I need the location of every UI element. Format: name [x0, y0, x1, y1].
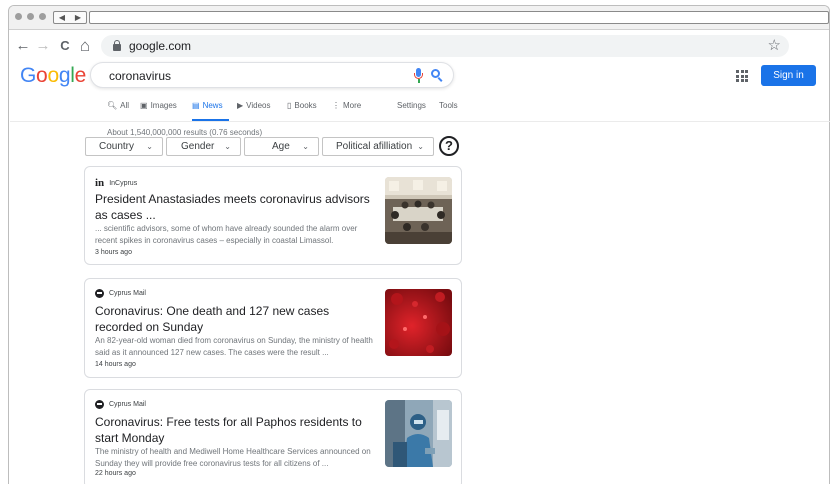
sign-in-button[interactable]: Sign in	[761, 65, 816, 86]
news-headline[interactable]: Coronavirus: One death and 127 new cases…	[95, 303, 375, 335]
chevron-down-icon: ⌄	[224, 142, 231, 151]
news-thumbnail[interactable]	[385, 400, 452, 467]
back-icon[interactable]: ←	[15, 37, 31, 55]
logo-letter: g	[58, 64, 71, 87]
tab-videos[interactable]: ▶ Videos	[237, 101, 270, 121]
virus-illustration-icon	[385, 289, 452, 356]
tab-images[interactable]: ▣ Images	[140, 101, 177, 121]
country-filter-dropdown[interactable]: Country ⌄	[85, 137, 163, 156]
window-titlebar: ◀ ▶	[9, 6, 829, 30]
search-small-icon: 🔍︎	[107, 101, 118, 110]
window-back-arrow-icon[interactable]: ◀	[59, 12, 65, 23]
window-close-dot[interactable]	[15, 13, 22, 20]
tab-tools-label: Tools	[439, 101, 458, 110]
home-icon[interactable]: ⌂	[77, 37, 93, 55]
age-filter-dropdown[interactable]: Age ⌄	[244, 137, 319, 156]
news-thumbnail[interactable]	[385, 289, 452, 356]
tab-videos-label: Videos	[246, 101, 271, 110]
tab-tools[interactable]: Tools	[439, 101, 458, 121]
image-icon: ▣	[140, 101, 148, 110]
chevron-down-icon: ⌄	[302, 142, 309, 151]
tab-news[interactable]: ▤ News	[192, 101, 229, 121]
reload-icon[interactable]: C	[57, 37, 73, 55]
bookmark-star-icon[interactable]: ☆	[768, 36, 781, 54]
tab-images-label: Images	[150, 101, 177, 110]
tab-books-label: Books	[294, 101, 317, 110]
news-card[interactable]: in InCyprus President Anastasiades meets…	[84, 166, 462, 265]
forward-icon[interactable]: →	[35, 37, 51, 55]
logo-letter: e	[74, 64, 87, 87]
search-box[interactable]: coronavirus	[90, 62, 454, 88]
window-title-field	[89, 11, 829, 24]
news-snippet: ... scientific advisors, some of whom ha…	[95, 224, 358, 245]
help-icon[interactable]: ?	[439, 136, 459, 156]
result-stats: About 1,540,000,000 results (0.76 second…	[107, 128, 263, 137]
play-icon: ▶	[237, 101, 244, 110]
chevron-down-icon: ⌄	[146, 142, 153, 151]
news-icon: ▤	[192, 101, 200, 110]
search-icon[interactable]	[429, 67, 445, 83]
meeting-room-photo-icon	[385, 177, 452, 244]
incyprus-logo-icon: in	[95, 177, 105, 189]
country-filter-label: Country	[99, 141, 135, 152]
chevron-down-icon: ⌄	[417, 142, 424, 151]
window-forward-arrow-icon[interactable]: ▶	[75, 12, 81, 23]
lab-worker-photo-icon	[385, 400, 452, 467]
window-maximize-dot[interactable]	[39, 13, 46, 20]
tab-more-label: More	[343, 101, 362, 110]
cyprus-mail-logo-icon	[95, 289, 104, 298]
tab-all-label: All	[120, 101, 130, 110]
news-time: 14 hours ago	[95, 361, 136, 368]
window-minimize-dot[interactable]	[27, 13, 34, 20]
news-source: in InCyprus	[95, 177, 137, 189]
news-snippet: An 82-year-old woman died from coronavir…	[95, 336, 373, 357]
age-filter-label: Age	[272, 141, 290, 152]
political-filter-dropdown[interactable]: Political afilliation ⌄	[322, 137, 434, 156]
cyprus-mail-logo-icon	[95, 400, 104, 409]
book-icon: ▯	[287, 101, 292, 110]
news-time: 3 hours ago	[95, 249, 132, 256]
gender-filter-label: Gender	[181, 141, 215, 152]
news-source-name: Cyprus Mail	[109, 401, 146, 408]
political-filter-label: Political afilliation	[336, 141, 413, 152]
gender-filter-dropdown[interactable]: Gender ⌄	[166, 137, 241, 156]
more-vertical-icon: ⋮	[332, 101, 340, 110]
news-headline[interactable]: Coronavirus: Free tests for all Paphos r…	[95, 414, 375, 446]
tab-news-label: News	[202, 101, 223, 110]
window-nav-buttons[interactable]: ◀ ▶	[53, 11, 87, 24]
news-source: Cyprus Mail	[95, 289, 146, 298]
news-card[interactable]: Cyprus Mail Coronavirus: One death and 1…	[84, 278, 462, 378]
search-input[interactable]: coronavirus	[109, 69, 171, 83]
lock-icon	[113, 40, 121, 51]
tab-settings-label: Settings	[397, 101, 426, 110]
tab-settings[interactable]: Settings	[397, 101, 426, 121]
news-snippet: The ministry of health and Mediwell Home…	[95, 447, 371, 468]
news-source-name: Cyprus Mail	[109, 290, 146, 297]
news-source-name: InCyprus	[109, 179, 138, 187]
news-card[interactable]: Cyprus Mail Coronavirus: Free tests for …	[84, 389, 462, 484]
logo-letter: G	[20, 64, 37, 87]
microphone-icon[interactable]	[413, 68, 423, 84]
google-logo[interactable]: Google	[20, 64, 86, 88]
news-thumbnail[interactable]	[385, 177, 452, 244]
apps-grid-icon[interactable]	[736, 70, 748, 82]
address-bar-url: google.com	[129, 39, 192, 53]
tabs-divider	[10, 121, 830, 122]
news-source: Cyprus Mail	[95, 400, 146, 409]
address-bar[interactable]: google.com ☆	[101, 35, 789, 57]
logo-letter: o	[47, 64, 59, 87]
news-headline[interactable]: President Anastasiades meets coronavirus…	[95, 191, 375, 223]
browser-toolbar: ← → C ⌂ google.com ☆	[9, 31, 829, 63]
news-time: 22 hours ago	[95, 470, 136, 477]
tab-more[interactable]: ⋮ More	[332, 101, 361, 121]
logo-letter: o	[36, 64, 48, 87]
tab-all[interactable]: 🔍︎ All	[107, 101, 129, 121]
tab-books[interactable]: ▯ Books	[287, 101, 317, 121]
